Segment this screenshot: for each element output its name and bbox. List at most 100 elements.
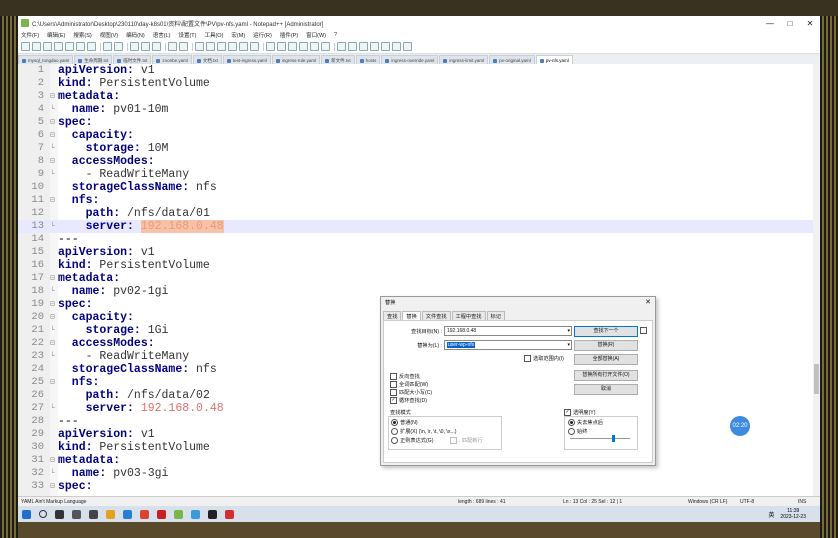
code-line[interactable]: 33 ⊟ spec: [18,480,820,493]
find-input[interactable]: 192.168.0.48 ▾ [444,326,572,336]
toolbar-icon[interactable] [114,42,123,51]
menu-window[interactable]: 窗口(W) [306,31,326,39]
toolbar-icon[interactable] [65,42,74,51]
code-line[interactable]: 10 storageClassName: nfs [18,181,820,194]
transparency-slider-thumb[interactable] [612,435,615,442]
app-icon[interactable] [191,509,200,519]
code-line[interactable]: 6 ⊟ capacity: [18,129,820,142]
code-line[interactable]: 13 └ server: 192.168.0.48 [18,220,820,233]
toolbar-icon[interactable] [87,42,96,51]
radio-icon[interactable] [568,419,575,426]
whole-word-checkbox[interactable]: 全词匹配(W) [390,381,428,388]
dot-newline-checkbox[interactable]: . 匹配新行 [450,437,483,444]
fold-marker-icon[interactable]: ⊟ [50,194,58,207]
toolbar-icon[interactable] [130,42,139,51]
fold-marker-icon[interactable]: ⊟ [50,298,58,311]
code-line[interactable]: 2 kind: PersistentVolume [18,77,820,90]
toolbar-icon[interactable] [168,42,177,51]
wps-icon[interactable] [140,509,149,519]
notepadpp-icon[interactable] [174,509,183,519]
fold-marker-icon[interactable]: ⊟ [50,376,58,389]
toolbar-icon[interactable] [250,42,259,51]
toolbar-icon[interactable] [21,42,30,51]
menu-language[interactable]: 语言(L) [153,31,171,39]
scrollbar-thumb[interactable] [814,364,819,394]
fold-marker-icon[interactable]: └ [50,103,58,116]
transparency-checkbox[interactable]: ✓ 透明度(Y) [564,409,595,416]
replace-input[interactable]: user-wp-nfs ▾ [444,340,572,350]
code-line[interactable]: 3 ⊟ metadata: [18,90,820,103]
fold-marker-icon[interactable]: └ [50,324,58,337]
check-icon[interactable]: ✓ [564,409,571,416]
menu-tools[interactable]: 工具(O) [204,31,223,39]
task-view-icon[interactable] [55,509,64,519]
fold-marker-icon[interactable]: ⊟ [50,311,58,324]
toolbar-icon[interactable] [103,42,112,51]
toolbar-icon[interactable] [370,42,379,51]
toolbar-icon[interactable] [195,42,204,51]
fold-marker-icon[interactable]: └ [50,285,58,298]
menu-view[interactable]: 视图(V) [100,31,118,39]
toolbar-icon[interactable] [277,42,286,51]
toolbar-icon[interactable] [403,42,412,51]
code-line[interactable]: 1 apiVersion: v1 [18,64,820,77]
vertical-scrollbar[interactable] [813,64,820,496]
toolbar-icon[interactable] [32,42,41,51]
toolbar-icon[interactable] [43,42,52,51]
cancel-button[interactable]: 取消 [574,384,638,395]
fold-marker-icon[interactable]: └ [50,350,58,363]
fold-marker-icon[interactable]: └ [50,402,58,415]
menu-encoding[interactable]: 编码(N) [126,31,145,39]
replace-all-open-button[interactable]: 替换所有打开文件(O) [574,370,638,381]
code-line[interactable]: 8 ⊟ accessModes: [18,155,820,168]
match-case-checkbox[interactable]: 匹配大小写(C) [390,389,432,396]
search-icon[interactable] [39,510,47,518]
close-button[interactable]: ✕ [800,19,820,28]
code-line[interactable]: 32 └ name: pv03-3gi [18,467,820,480]
toolbar-icon[interactable] [392,42,401,51]
toolbar-icon[interactable] [239,42,248,51]
menu-edit[interactable]: 编辑(E) [47,31,65,39]
radio-icon[interactable] [391,428,398,435]
mode-regex-radio[interactable]: 正则表达式(G) [391,437,433,444]
radio-icon[interactable] [391,419,398,426]
input-language[interactable]: 英 [768,510,774,519]
app-icon[interactable] [225,509,234,519]
fold-marker-icon[interactable]: ⊟ [50,272,58,285]
code-line[interactable]: 7 └ storage: 10M [18,142,820,155]
toolbar-icon[interactable] [381,42,390,51]
tray-clock[interactable]: 11:39 2023-12-23 [780,508,806,520]
in-selection-checkbox[interactable]: 选取范围内(I) [524,355,564,362]
fold-marker-icon[interactable]: └ [50,168,58,181]
code-line[interactable]: 17 ⊟ metadata: [18,272,820,285]
chrome-icon[interactable] [106,509,115,519]
toolbar-icon[interactable] [359,42,368,51]
check-icon[interactable]: ✓ [390,397,397,404]
chevron-down-icon[interactable]: ▾ [567,327,570,335]
trans-always-radio[interactable]: 始终 [568,428,587,435]
menu-file[interactable]: 文件(F) [21,31,39,39]
minimize-button[interactable]: — [760,19,780,28]
backward-checkbox[interactable]: 反向查找 [390,373,420,380]
toolbar-icon[interactable] [217,42,226,51]
menu-run[interactable]: 运行(R) [253,31,272,39]
toolbar-icon[interactable] [141,42,150,51]
toolbar-icon[interactable] [348,42,357,51]
fold-marker-icon[interactable]: ⊟ [50,116,58,129]
checkbox-icon[interactable] [450,437,457,444]
checkbox-icon[interactable] [524,355,531,362]
code-line[interactable]: 12 path: /nfs/data/01 [18,207,820,220]
fold-marker-icon[interactable]: └ [50,220,58,233]
code-line[interactable]: 15 apiVersion: v1 [18,246,820,259]
terminal-icon[interactable] [208,509,217,519]
replace-button[interactable]: 替换(R) [574,340,638,351]
toolbar-icon[interactable] [288,42,297,51]
toolbar-icon[interactable] [310,42,319,51]
chevron-down-icon[interactable]: ▾ [567,341,570,349]
code-line[interactable]: 11 ⊟ nfs: [18,194,820,207]
fold-marker-icon[interactable]: ⊟ [50,454,58,467]
recording-timer-badge[interactable]: 02:20 [730,416,750,436]
trans-lose-focus-radio[interactable]: 失去焦点后 [568,419,603,426]
app-icon[interactable] [72,509,81,519]
menu-help[interactable]: ? [334,32,337,38]
